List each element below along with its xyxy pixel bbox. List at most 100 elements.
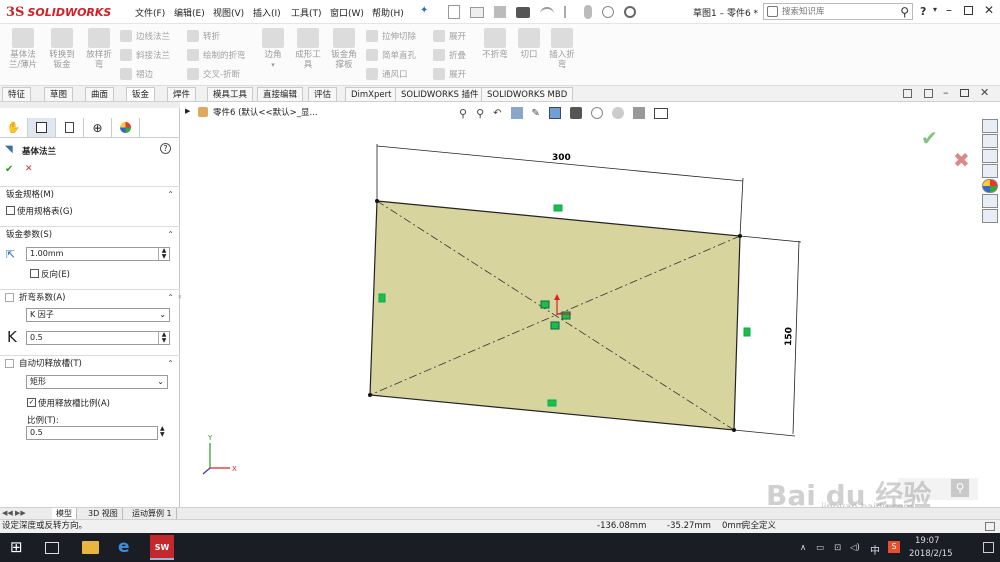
- tab-dimxpert[interactable]: DimXpert: [345, 87, 398, 101]
- jog-button[interactable]: 转折: [187, 30, 220, 42]
- corners-dropdown-icon[interactable]: ▾: [271, 60, 275, 70]
- minimize-icon[interactable]: –: [946, 3, 952, 17]
- appearances-icon[interactable]: [982, 179, 998, 193]
- file-explorer-icon[interactable]: [982, 149, 998, 163]
- tab-direct-edit[interactable]: 直接编辑: [257, 87, 304, 101]
- print-icon[interactable]: [516, 6, 530, 18]
- extruded-cut-button[interactable]: 拉伸切除: [366, 30, 416, 42]
- design-library-icon[interactable]: [982, 134, 998, 148]
- horizontal-relation-icon[interactable]: [553, 204, 563, 212]
- action-center-icon[interactable]: [983, 542, 994, 553]
- tab-scroll-icon[interactable]: ◀◀ ▶▶: [2, 509, 26, 517]
- coincident-relation-icon[interactable]: [540, 300, 550, 309]
- menu-help[interactable]: 帮助(H): [372, 6, 404, 19]
- ratio-field[interactable]: 0.5: [26, 426, 158, 440]
- options-gear-icon[interactable]: [624, 6, 636, 18]
- ok-button[interactable]: ✔: [5, 164, 13, 175]
- view-palette-icon[interactable]: [982, 164, 998, 178]
- insert-bends-button[interactable]: 插入折 弯: [545, 28, 579, 70]
- collapse-chevron-icon[interactable]: ⌃: [167, 290, 174, 306]
- dimension-line-width[interactable]: [376, 145, 744, 182]
- rebuild-icon[interactable]: [584, 5, 592, 19]
- fold-button[interactable]: 折叠: [433, 49, 466, 61]
- close-icon[interactable]: ✕: [984, 3, 994, 17]
- cross-break-button[interactable]: 交叉-折断: [187, 68, 240, 80]
- menu-tools[interactable]: 工具(T): [291, 6, 322, 19]
- tab-sheetmetal[interactable]: 钣金: [126, 87, 156, 101]
- panel-splitter[interactable]: [0, 102, 180, 108]
- tab-surfaces[interactable]: 曲面: [85, 87, 115, 101]
- thickness-spin-icon[interactable]: ▲ ▼: [158, 248, 169, 260]
- menu-file[interactable]: 文件(F): [135, 6, 165, 19]
- collapse-chevron-icon[interactable]: ⌃: [167, 356, 174, 372]
- menu-edit[interactable]: 编辑(E): [174, 6, 205, 19]
- doc-minimize-icon[interactable]: –: [943, 86, 949, 99]
- dimension-width-text[interactable]: 300: [552, 153, 571, 163]
- tab-evaluate[interactable]: 评估: [308, 87, 338, 101]
- section-gauge-header[interactable]: 钣金规格(M) ⌃: [0, 186, 180, 203]
- tray-chevron-icon[interactable]: ∧: [800, 543, 806, 553]
- tab-sw-mbd[interactable]: SOLIDWORKS MBD: [481, 87, 574, 101]
- sketch-point[interactable]: [375, 199, 379, 203]
- tab-mold-tools[interactable]: 模具工具: [207, 87, 254, 101]
- bend-allowance-checkbox[interactable]: [5, 293, 14, 302]
- lofted-bend-button[interactable]: 放样折 弯: [82, 28, 116, 70]
- simple-hole-button[interactable]: 简单直孔: [366, 49, 416, 61]
- no-bends-button[interactable]: 不折弯: [478, 28, 512, 60]
- search-icon[interactable]: ⚲: [900, 5, 909, 19]
- open-icon[interactable]: [470, 6, 484, 18]
- k-spin-icon[interactable]: ▲ ▼: [158, 332, 169, 344]
- flatten-button[interactable]: 展开: [433, 68, 466, 80]
- search-input[interactable]: [782, 5, 887, 18]
- bend-type-select[interactable]: K 因子 ⌄: [26, 308, 170, 322]
- save-icon[interactable]: [494, 6, 506, 18]
- tray-network-icon[interactable]: ⊡: [834, 543, 841, 553]
- pin-icon[interactable]: ✦: [420, 5, 428, 16]
- tray-volume-icon[interactable]: ◁): [850, 543, 860, 553]
- select-icon[interactable]: [564, 6, 574, 18]
- unfold-button[interactable]: 展开: [433, 30, 466, 42]
- custom-properties-icon[interactable]: [982, 194, 998, 208]
- coincident-relation-icon[interactable]: [550, 321, 560, 330]
- section-relief-header[interactable]: 自动切释放槽(T) ⌃: [0, 355, 180, 372]
- tray-battery-icon[interactable]: ▭: [816, 543, 824, 553]
- cancel-button[interactable]: ✕: [25, 164, 33, 174]
- tab-sw-addins[interactable]: SOLIDWORKS 插件: [395, 87, 485, 101]
- view-panel2-icon[interactable]: [924, 89, 933, 98]
- file-props-icon[interactable]: [602, 6, 614, 18]
- horizontal-relation-icon[interactable]: [547, 399, 557, 407]
- edge-browser-icon[interactable]: e: [118, 539, 135, 556]
- forum-icon[interactable]: [982, 209, 998, 223]
- doc-close-icon[interactable]: ✕: [980, 86, 989, 99]
- convert-to-sheetmetal-button[interactable]: 转换到 钣金: [45, 28, 79, 70]
- display-manager-tab-icon[interactable]: [112, 118, 140, 137]
- coincident-relation-icon[interactable]: [561, 311, 571, 320]
- solidworks-taskbar-icon[interactable]: SW: [150, 535, 174, 560]
- doc-restore-icon[interactable]: [960, 89, 969, 97]
- collapse-chevron-icon[interactable]: ⌃: [167, 227, 174, 243]
- hem-button[interactable]: 褶边: [120, 68, 153, 80]
- tray-time[interactable]: 19:07: [915, 536, 940, 546]
- menu-view[interactable]: 视图(V): [213, 6, 244, 19]
- vent-button[interactable]: 通风口: [366, 68, 408, 80]
- collapse-chevron-icon[interactable]: ⌃: [167, 187, 174, 203]
- thickness-field[interactable]: 1.00mm ▲ ▼: [26, 247, 170, 261]
- maximize-icon[interactable]: [964, 6, 973, 15]
- use-ratio-checkbox[interactable]: ✓: [27, 398, 36, 407]
- relief-type-select[interactable]: 矩形 ⌄: [26, 375, 168, 389]
- ratio-spin-icon[interactable]: ▲ ▼: [160, 426, 165, 438]
- sw-resources-icon[interactable]: [982, 119, 998, 133]
- windows-start-icon[interactable]: ⊞: [10, 539, 27, 556]
- forming-tool-button[interactable]: 成形工 具: [291, 28, 325, 70]
- base-flange-button[interactable]: 基体法 兰/薄片: [6, 28, 40, 70]
- sketched-bend-button[interactable]: 绘制的折弯: [187, 49, 246, 61]
- tab-features[interactable]: 特征: [2, 87, 32, 101]
- task-view-icon[interactable]: [45, 542, 59, 554]
- chevron-down-icon[interactable]: ⌄: [157, 376, 164, 388]
- help-dropdown-icon[interactable]: ▾: [933, 5, 937, 14]
- section-params-header[interactable]: 钣金参数(S) ⌃: [0, 226, 180, 243]
- dimxpert-tab-icon[interactable]: ⊕: [84, 118, 112, 137]
- sketch-point[interactable]: [368, 393, 372, 397]
- section-bend-header[interactable]: 折弯系数(A) ⌃: [0, 289, 180, 306]
- menu-window[interactable]: 窗口(W): [330, 6, 364, 19]
